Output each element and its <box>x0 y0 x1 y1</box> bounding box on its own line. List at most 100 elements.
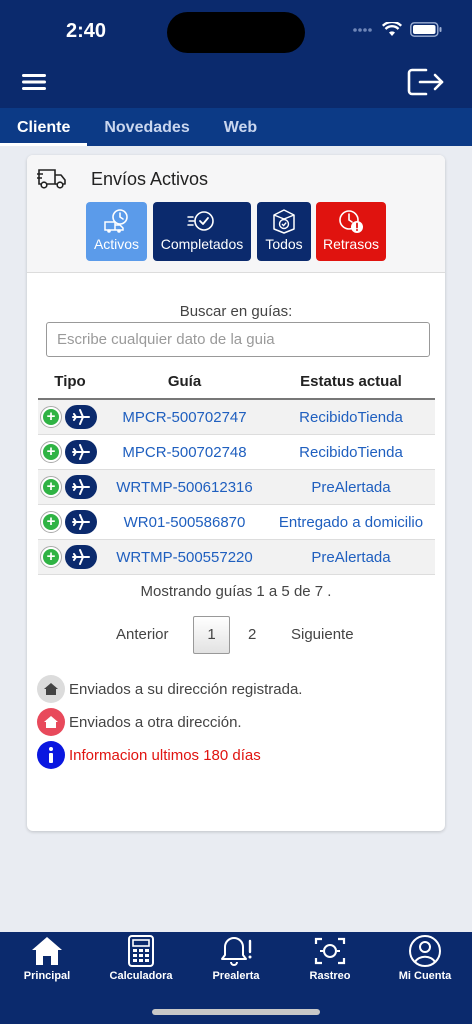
status-cell: RecibidoTienda <box>267 434 435 470</box>
filter-todos-label: Todos <box>265 236 303 252</box>
filter-activos-button[interactable]: Activos <box>86 202 147 261</box>
legend-other-text: Enviados a otra dirección. <box>69 713 242 731</box>
home-indicator <box>152 1009 320 1015</box>
nav-prealerta-label: Prealerta <box>212 970 260 982</box>
battery-icon <box>410 22 442 37</box>
nav-mi-cuenta-label: Mi Cuenta <box>398 970 452 982</box>
status-time: 2:40 <box>66 20 107 42</box>
card-header: Envíos Activos Activos Completados Todos… <box>27 155 445 273</box>
status-cell: RecibidoTienda <box>267 399 435 435</box>
pagination-next[interactable]: Siguiente <box>291 626 354 643</box>
expand-row-button[interactable]: + <box>40 546 62 568</box>
legend-info-text: Informacion ultimos 180 días <box>69 746 261 764</box>
expand-row-button[interactable]: + <box>40 511 62 533</box>
legend-registered-text: Enviados a su dirección registrada. <box>69 680 303 698</box>
guia-link[interactable]: MPCR-500702747 <box>102 399 267 435</box>
filter-completados-button[interactable]: Completados <box>153 202 251 261</box>
pagination-previous[interactable]: Anterior <box>116 626 169 643</box>
dynamic-island <box>167 12 305 53</box>
airplane-icon <box>65 510 97 534</box>
top-tabs: Cliente Novedades Web <box>0 108 472 146</box>
nav-calculadora-label: Calculadora <box>109 970 173 982</box>
table-row: + WRTMP-500612316 PreAlertada <box>38 469 435 505</box>
filter-activos-label: Activos <box>93 236 140 252</box>
truck-icon <box>37 169 66 189</box>
guia-link[interactable]: MPCR-500702748 <box>102 434 267 470</box>
filter-completados-label: Completados <box>160 236 244 252</box>
logout-icon <box>407 68 444 96</box>
app-header <box>0 56 472 108</box>
tab-cliente[interactable]: Cliente <box>0 108 88 146</box>
search-input[interactable] <box>46 322 430 357</box>
legend-registered-address: Enviados a su dirección registrada. <box>37 675 302 703</box>
plus-icon: + <box>43 549 59 565</box>
plus-icon: + <box>43 479 59 495</box>
nav-principal[interactable]: Principal <box>0 934 94 994</box>
home-gray-icon <box>37 675 65 703</box>
table-row: + WRTMP-500557220 PreAlertada <box>38 539 435 575</box>
status-cell: PreAlertada <box>267 469 435 505</box>
guia-link[interactable]: WRTMP-500612316 <box>102 469 267 505</box>
table-row: + MPCR-500702747 RecibidoTienda <box>38 399 435 435</box>
table-header-row: Tipo Guía Estatus actual <box>38 365 435 400</box>
legend-other-address: Enviados a otra dirección. <box>37 708 242 736</box>
status-icons <box>352 22 442 37</box>
logout-button[interactable] <box>406 64 446 100</box>
filter-retrasos-button[interactable]: Retrasos <box>316 202 386 261</box>
column-header-estatus[interactable]: Estatus actual <box>267 365 435 400</box>
hamburger-icon <box>22 74 46 90</box>
late-clock-icon <box>339 210 363 233</box>
column-header-tipo[interactable]: Tipo <box>38 365 102 400</box>
nav-prealerta[interactable]: Prealerta <box>189 934 283 994</box>
guia-link[interactable]: WRTMP-500557220 <box>102 539 267 575</box>
nav-rastreo[interactable]: Rastreo <box>283 934 377 994</box>
plus-icon: + <box>43 444 59 460</box>
filter-todos-button[interactable]: Todos <box>257 202 311 261</box>
hamburger-menu-button[interactable] <box>20 69 50 95</box>
status-cell: PreAlertada <box>267 539 435 575</box>
status-cell: Entregado a domicilio <box>267 504 435 540</box>
scan-icon <box>314 937 346 965</box>
active-shipments-card: Envíos Activos Activos Completados Todos… <box>27 155 445 831</box>
filter-retrasos-label: Retrasos <box>322 236 380 252</box>
table-row: + MPCR-500702748 RecibidoTienda <box>38 434 435 470</box>
pagination: Anterior 1 2 Siguiente <box>27 616 445 654</box>
tab-web[interactable]: Web <box>207 108 274 146</box>
column-header-guia[interactable]: Guía <box>102 365 267 400</box>
airplane-icon <box>65 475 97 499</box>
status-bar: 2:40 <box>0 0 472 56</box>
box-check-icon <box>273 209 295 234</box>
check-fast-icon <box>187 211 214 231</box>
airplane-icon <box>65 545 97 569</box>
pagination-page-2[interactable]: 2 <box>248 626 256 643</box>
clock-truck-icon <box>103 209 128 233</box>
airplane-icon <box>65 405 97 429</box>
home-red-icon <box>37 708 65 736</box>
expand-row-button[interactable]: + <box>40 476 62 498</box>
shipments-table: Tipo Guía Estatus actual + MPCR-50070274… <box>38 365 435 575</box>
wifi-icon <box>382 22 402 36</box>
showing-count-text: Mostrando guías 1 a 5 de 7 . <box>140 583 332 600</box>
table-row: + WR01-500586870 Entregado a domicilio <box>38 504 435 540</box>
legend-info-180-days: Informacion ultimos 180 días <box>37 741 261 769</box>
guia-link[interactable]: WR01-500586870 <box>102 504 267 540</box>
nav-principal-label: Principal <box>23 970 71 982</box>
plus-icon: + <box>43 409 59 425</box>
user-icon <box>409 935 441 967</box>
pagination-page-1[interactable]: 1 <box>193 616 230 654</box>
calculator-icon <box>128 935 154 967</box>
search-label: Buscar en guías: <box>179 303 293 320</box>
tab-novedades[interactable]: Novedades <box>87 108 206 146</box>
plus-icon: + <box>43 514 59 530</box>
airplane-icon <box>65 440 97 464</box>
info-icon <box>37 741 65 769</box>
cellular-signal-icon <box>353 27 372 32</box>
expand-row-button[interactable]: + <box>40 441 62 463</box>
nav-mi-cuenta[interactable]: Mi Cuenta <box>378 934 472 994</box>
bell-alert-icon <box>221 937 252 966</box>
home-icon <box>32 937 62 965</box>
card-title: Envíos Activos <box>91 169 209 189</box>
nav-calculadora[interactable]: Calculadora <box>94 934 188 994</box>
expand-row-button[interactable]: + <box>40 406 62 428</box>
nav-rastreo-label: Rastreo <box>309 970 351 982</box>
